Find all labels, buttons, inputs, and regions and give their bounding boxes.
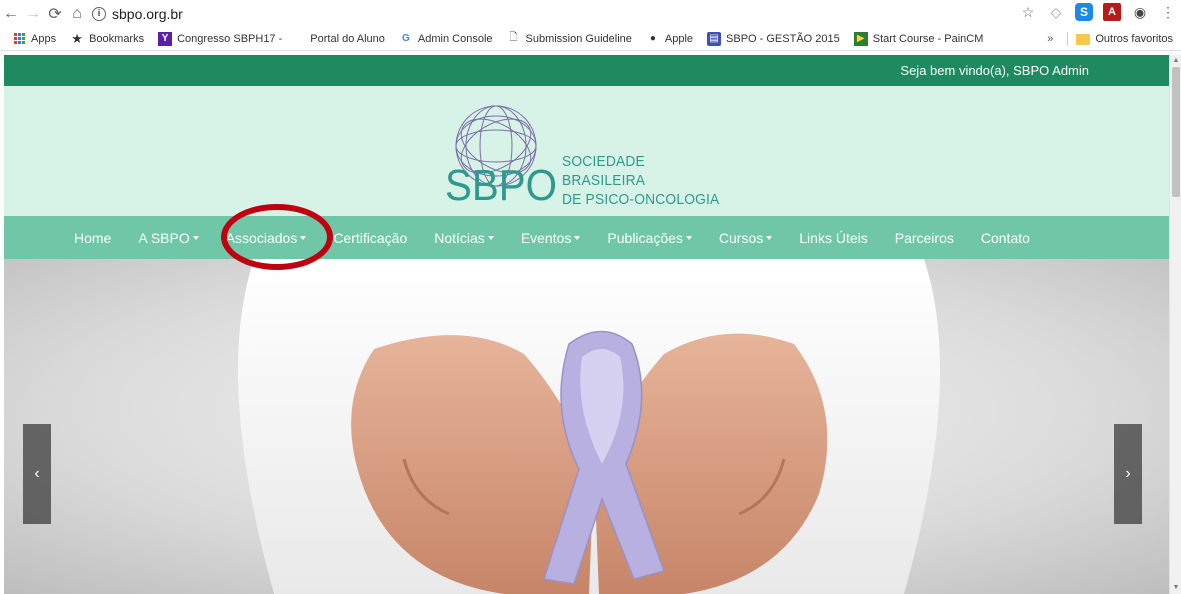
bookmark-apple[interactable]: ● Apple bbox=[646, 32, 693, 46]
nav-label: Contato bbox=[980, 229, 1030, 246]
site-header: SBPO SOCIEDADE BRASILEIRA DE PSICO-ONCOL… bbox=[4, 86, 1169, 216]
site-logo[interactable]: SBPO SOCIEDADE BRASILEIRA DE PSICO-ONCOL… bbox=[444, 104, 734, 214]
forward-icon[interactable]: → bbox=[22, 3, 44, 25]
apple-icon: ● bbox=[649, 33, 656, 44]
logo-line-2: DE PSICO-ONCOLOGIA bbox=[562, 191, 720, 208]
yahoo-icon: Y bbox=[158, 31, 173, 46]
folder-icon bbox=[1076, 33, 1091, 45]
hero-carousel: ‹ › bbox=[4, 259, 1169, 594]
url-text[interactable]: sbpo.org.br bbox=[112, 6, 183, 22]
caret-down-icon bbox=[487, 235, 494, 240]
address-bar[interactable]: i sbpo.org.br bbox=[92, 3, 183, 25]
carousel-next-button[interactable]: › bbox=[1114, 424, 1142, 524]
bookmark-label: Apple bbox=[664, 32, 694, 45]
browser-toolbar: ← → ⟳ ⌂ i sbpo.org.br ☆ ◇ S A ◉ ⋮ bbox=[0, 0, 1181, 27]
scroll-up-icon[interactable]: ▲ bbox=[1172, 57, 1180, 65]
bookmark-label: Congresso SBPH17 - bbox=[177, 32, 283, 45]
bookmark-label: Apps bbox=[31, 32, 57, 45]
nav-eventos[interactable]: Eventos bbox=[521, 230, 581, 246]
document-icon: 🗋 bbox=[509, 32, 518, 43]
bookmark-label: Bookmarks bbox=[89, 32, 145, 45]
bookmark-label: Submission Guideline bbox=[525, 32, 632, 45]
main-nav: Home A SBPO Associados Certificação Notí… bbox=[4, 216, 1169, 259]
scroll-thumb[interactable] bbox=[1172, 67, 1180, 197]
course-icon: ▶ bbox=[853, 31, 868, 46]
bookmark-congresso[interactable]: Y Congresso SBPH17 - bbox=[158, 31, 283, 46]
nav-label: Certificação bbox=[333, 229, 408, 246]
nav-certificacao[interactable]: Certificação bbox=[333, 230, 407, 246]
google-icon: G bbox=[402, 33, 410, 44]
nav-label: Eventos bbox=[520, 229, 572, 246]
logo-acronym: SBPO bbox=[445, 161, 557, 210]
nav-label: Notícias bbox=[434, 229, 485, 246]
caret-down-icon bbox=[300, 235, 307, 240]
caret-down-icon bbox=[192, 235, 199, 240]
bookmark-label: Portal do Aluno bbox=[310, 32, 385, 45]
bookmark-portal-aluno[interactable]: Portal do Aluno bbox=[310, 33, 385, 45]
divider bbox=[1067, 32, 1069, 46]
nav-cursos[interactable]: Cursos bbox=[718, 229, 773, 246]
pdf-icon[interactable]: A bbox=[1103, 3, 1121, 21]
nav-associados[interactable]: Associados bbox=[226, 230, 307, 246]
apps-grid-icon bbox=[12, 32, 26, 46]
other-bookmarks-button[interactable]: Outros favoritos bbox=[1095, 33, 1173, 45]
bookmark-admin-console[interactable]: G Admin Console bbox=[399, 32, 493, 46]
page-scrollbar[interactable]: ▲ ▼ bbox=[1169, 55, 1181, 594]
skype-icon[interactable]: S bbox=[1075, 3, 1093, 21]
nav-home[interactable]: Home bbox=[74, 230, 111, 246]
nav-parceiros[interactable]: Parceiros bbox=[895, 230, 954, 246]
bookmark-start-course[interactable]: ▶ Start Course - PainCM bbox=[853, 31, 984, 46]
nav-a-sbpo[interactable]: A SBPO bbox=[138, 229, 199, 246]
home-icon[interactable]: ⌂ bbox=[66, 3, 88, 25]
bookmark-label: SBPO - GESTÃO 2015 bbox=[726, 32, 840, 45]
caret-down-icon bbox=[685, 235, 692, 240]
nav-links-uteis[interactable]: Links Úteis bbox=[799, 230, 867, 246]
bookmark-apps[interactable]: Apps bbox=[12, 32, 56, 46]
nav-contato[interactable]: Contato bbox=[981, 230, 1030, 246]
top-bar: Seja bem vindo(a), SBPO Admin bbox=[4, 55, 1169, 86]
nav-noticias[interactable]: Notícias bbox=[434, 230, 494, 246]
hands-ribbon-image bbox=[4, 259, 1169, 594]
nav-label: Cursos bbox=[718, 229, 764, 246]
bookmarks-bar: Apps ★ Bookmarks Y Congresso SBPH17 - Po… bbox=[0, 27, 1181, 51]
menu-icon[interactable]: ⋮ bbox=[1159, 3, 1177, 21]
nav-label: A SBPO bbox=[138, 229, 190, 246]
info-icon[interactable]: i bbox=[92, 6, 106, 21]
star-icon: ★ bbox=[71, 30, 83, 46]
welcome-message[interactable]: Seja bem vindo(a), SBPO Admin bbox=[900, 63, 1089, 78]
bookmark-sbpo-gestao[interactable]: ▤ SBPO - GESTÃO 2015 bbox=[707, 31, 840, 46]
reload-icon[interactable]: ⟳ bbox=[44, 3, 66, 25]
sbpo-logo-mark: SBPO bbox=[445, 105, 557, 210]
carousel-prev-button[interactable]: ‹ bbox=[23, 424, 51, 524]
eye-extension-icon[interactable]: ◉ bbox=[1131, 3, 1149, 21]
chevron-left-icon: ‹ bbox=[34, 465, 40, 482]
caret-down-icon bbox=[574, 235, 581, 240]
web-page: Seja bem vindo(a), SBPO Admin SBPO SOCIE… bbox=[4, 55, 1169, 594]
scroll-down-icon[interactable]: ▼ bbox=[1172, 584, 1180, 592]
logo-line-1: SOCIEDADE BRASILEIRA bbox=[562, 153, 646, 189]
dropbox-icon[interactable]: ◇ bbox=[1047, 3, 1065, 21]
back-icon[interactable]: ← bbox=[0, 3, 22, 25]
bookmarks-overflow-button[interactable]: » bbox=[1047, 33, 1053, 45]
bookmark-submission[interactable]: 🗋 Submission Guideline bbox=[507, 32, 632, 46]
nav-publicacoes[interactable]: Publicações bbox=[607, 230, 692, 246]
sbpo-icon: ▤ bbox=[707, 31, 722, 46]
bookmark-label: Start Course - PainCM bbox=[872, 32, 984, 45]
bookmark-label: Admin Console bbox=[417, 32, 493, 45]
bookmark-bookmarks[interactable]: ★ Bookmarks bbox=[70, 30, 145, 46]
nav-label: Publicações bbox=[607, 229, 683, 246]
nav-label: Home bbox=[74, 229, 112, 246]
nav-label: Parceiros bbox=[894, 229, 954, 246]
nav-label: Links Úteis bbox=[799, 229, 868, 246]
nav-label: Associados bbox=[225, 229, 298, 246]
chevron-right-icon: › bbox=[1125, 465, 1131, 482]
logo-text: SOCIEDADE BRASILEIRA DE PSICO-ONCOLOGIA bbox=[562, 152, 734, 209]
caret-down-icon bbox=[766, 235, 773, 240]
bookmark-star-icon[interactable]: ☆ bbox=[1019, 3, 1037, 21]
